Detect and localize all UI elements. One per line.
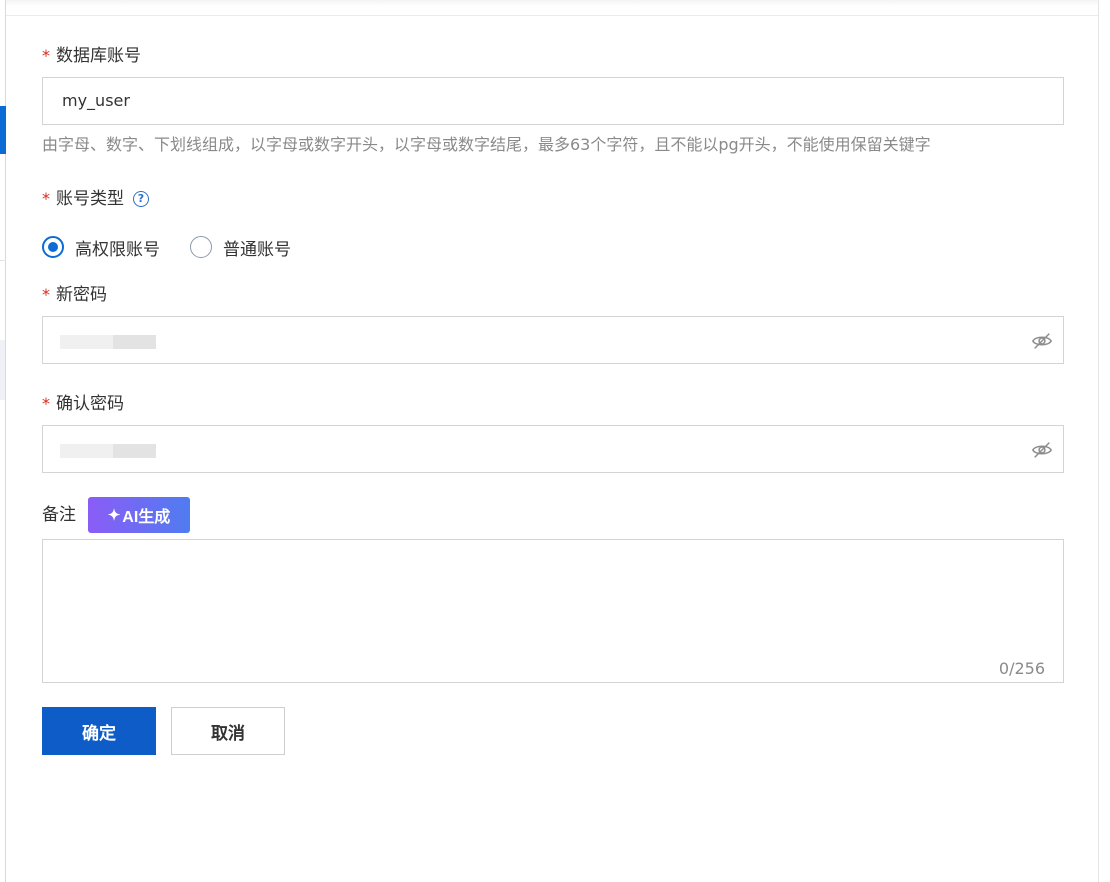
password-mask bbox=[60, 335, 156, 349]
required-mark: * bbox=[42, 285, 50, 304]
required-mark: * bbox=[42, 46, 50, 65]
radio-unchecked-icon bbox=[190, 236, 212, 258]
radio-normal[interactable]: 普通账号 bbox=[190, 235, 291, 260]
account-type-radio-group: 高权限账号 普通账号 bbox=[42, 233, 1064, 261]
ai-generate-label: AI生成 bbox=[122, 509, 171, 526]
radio-high-privilege[interactable]: 高权限账号 bbox=[42, 235, 160, 260]
account-input[interactable]: my_user bbox=[42, 77, 1064, 125]
radio-label: 高权限账号 bbox=[75, 239, 160, 260]
confirm-password-label-text: 确认密码 bbox=[56, 394, 124, 414]
question-circle-icon[interactable]: ? bbox=[133, 191, 149, 207]
ai-generate-button[interactable]: ✦ AI生成 bbox=[88, 497, 190, 533]
new-password-label: * 新密码 bbox=[42, 283, 1064, 307]
account-form: * 数据库账号 my_user 由字母、数字、下划线组成，以字母或数字开头，以字… bbox=[42, 44, 1064, 755]
required-mark: * bbox=[42, 189, 50, 208]
remark-textarea[interactable]: 0/256 bbox=[42, 539, 1064, 683]
radio-checked-icon bbox=[42, 236, 64, 258]
password-mask bbox=[60, 444, 156, 458]
new-password-input[interactable] bbox=[42, 316, 1064, 364]
left-separator bbox=[0, 260, 6, 261]
account-type-label-text: 账号类型 bbox=[56, 189, 124, 209]
account-label-text: 数据库账号 bbox=[56, 46, 141, 66]
scrollbar-track[interactable] bbox=[1098, 0, 1110, 882]
left-shade bbox=[0, 340, 5, 400]
cancel-button[interactable]: 取消 bbox=[171, 707, 285, 755]
remark-label-text: 备注 bbox=[42, 505, 76, 525]
page: * 数据库账号 my_user 由字母、数字、下划线组成，以字母或数字开头，以字… bbox=[0, 0, 1110, 882]
side-tab[interactable] bbox=[0, 106, 6, 154]
confirm-button[interactable]: 确定 bbox=[42, 707, 156, 755]
confirm-password-label: * 确认密码 bbox=[42, 392, 1064, 416]
account-hint: 由字母、数字、下划线组成，以字母或数字开头，以字母或数字结尾，最多63个字符，且… bbox=[42, 135, 931, 154]
account-type-label: * 账号类型 ? bbox=[42, 187, 1064, 211]
account-label: * 数据库账号 bbox=[42, 44, 1064, 68]
remark-label: 备注 ✦ AI生成 bbox=[42, 497, 1064, 533]
form-actions: 确定 取消 bbox=[42, 707, 1064, 755]
confirm-password-input[interactable] bbox=[42, 425, 1064, 473]
eye-off-icon[interactable] bbox=[1031, 439, 1053, 461]
radio-label: 普通账号 bbox=[223, 239, 291, 260]
new-password-label-text: 新密码 bbox=[56, 285, 107, 305]
required-mark: * bbox=[42, 394, 50, 413]
dialog-top-edge bbox=[6, 0, 1098, 16]
eye-off-icon[interactable] bbox=[1031, 330, 1053, 352]
char-counter: 0/256 bbox=[998, 659, 1045, 678]
sparkle-icon: ✦ bbox=[107, 507, 121, 524]
